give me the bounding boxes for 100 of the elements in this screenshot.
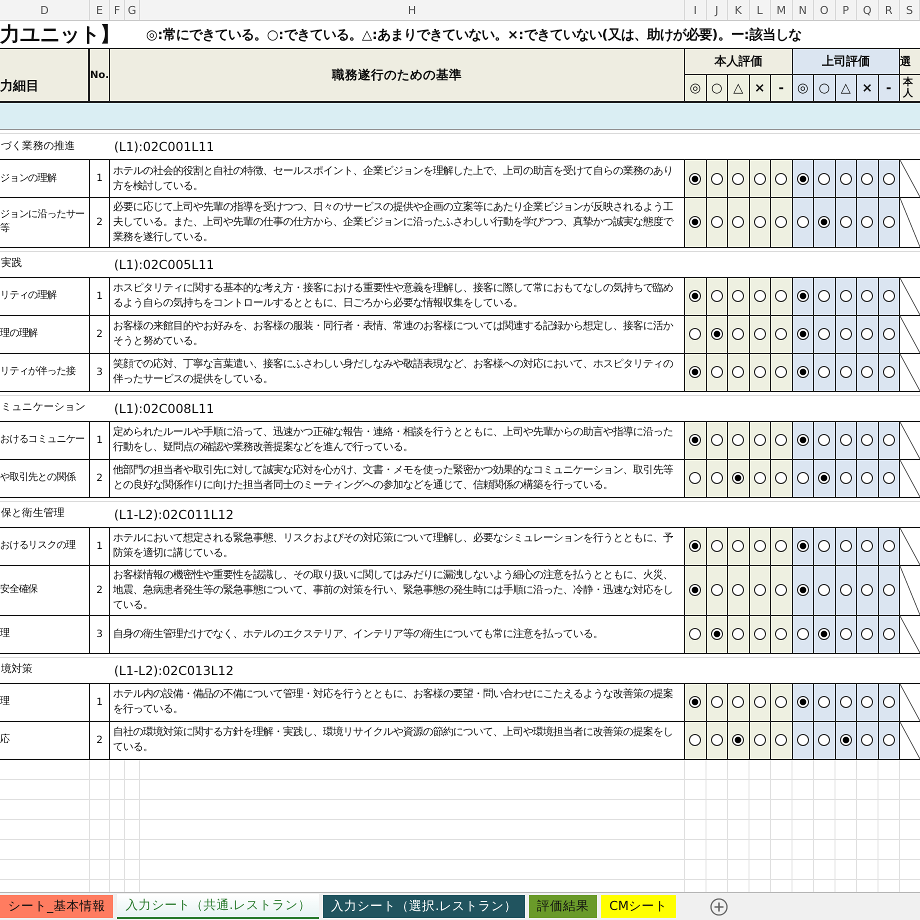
radio-button[interactable] [882, 216, 895, 228]
radio-button[interactable] [861, 540, 874, 552]
column-header[interactable]: G [125, 0, 140, 20]
radio-button[interactable] [689, 434, 702, 446]
radio-button[interactable] [861, 472, 874, 484]
radio-button[interactable] [818, 540, 830, 552]
sheet-tab[interactable]: 評価結果 [529, 895, 598, 918]
radio-button[interactable] [754, 734, 766, 746]
radio-button[interactable] [882, 472, 895, 484]
radio-button[interactable] [882, 628, 895, 640]
radio-button[interactable] [732, 734, 744, 746]
radio-button[interactable] [689, 472, 702, 484]
radio-button[interactable] [732, 584, 744, 596]
radio-button[interactable] [818, 584, 830, 596]
radio-button[interactable] [754, 628, 766, 640]
radio-button[interactable] [710, 366, 723, 378]
radio-button[interactable] [732, 216, 744, 228]
radio-button[interactable] [882, 366, 895, 378]
radio-button[interactable] [775, 584, 788, 596]
radio-button[interactable] [796, 584, 809, 596]
radio-button[interactable] [732, 696, 744, 708]
radio-button[interactable] [775, 366, 788, 378]
radio-button[interactable] [796, 216, 809, 228]
sheet-tab[interactable]: 入力シート（共通.レストラン） [117, 894, 320, 919]
radio-button[interactable] [796, 628, 809, 640]
column-header[interactable]: D [0, 0, 90, 20]
radio-button[interactable] [882, 696, 895, 708]
radio-button[interactable] [689, 628, 702, 640]
column-header[interactable]: M [771, 0, 792, 20]
column-header[interactable]: R [878, 0, 900, 20]
radio-button[interactable] [710, 696, 723, 708]
radio-button[interactable] [882, 328, 895, 340]
radio-button[interactable] [754, 328, 766, 340]
radio-button[interactable] [861, 366, 874, 378]
radio-button[interactable] [861, 328, 874, 340]
radio-button[interactable] [710, 172, 723, 184]
radio-button[interactable] [882, 584, 895, 596]
column-header[interactable]: K [728, 0, 750, 20]
radio-button[interactable] [882, 540, 895, 552]
radio-button[interactable] [796, 734, 809, 746]
radio-button[interactable] [840, 584, 852, 596]
radio-button[interactable] [710, 434, 723, 446]
radio-button[interactable] [818, 216, 830, 228]
radio-button[interactable] [732, 290, 744, 302]
radio-button[interactable] [754, 216, 766, 228]
sheet-tab[interactable]: シート_基本情報 [0, 895, 114, 918]
radio-button[interactable] [861, 696, 874, 708]
add-sheet-icon[interactable] [710, 898, 728, 916]
column-header[interactable]: Q [857, 0, 878, 20]
radio-button[interactable] [710, 734, 723, 746]
radio-button[interactable] [754, 366, 766, 378]
radio-button[interactable] [710, 584, 723, 596]
radio-button[interactable] [840, 472, 852, 484]
radio-button[interactable] [818, 328, 830, 340]
radio-button[interactable] [710, 472, 723, 484]
radio-button[interactable] [796, 290, 809, 302]
radio-button[interactable] [861, 734, 874, 746]
radio-button[interactable] [818, 366, 830, 378]
radio-button[interactable] [796, 172, 809, 184]
column-header[interactable]: O [814, 0, 836, 20]
radio-button[interactable] [689, 696, 702, 708]
radio-button[interactable] [754, 696, 766, 708]
radio-button[interactable] [818, 628, 830, 640]
radio-button[interactable] [710, 290, 723, 302]
radio-button[interactable] [754, 172, 766, 184]
radio-button[interactable] [861, 290, 874, 302]
radio-button[interactable] [818, 172, 830, 184]
radio-button[interactable] [689, 328, 702, 340]
radio-button[interactable] [689, 216, 702, 228]
radio-button[interactable] [840, 328, 852, 340]
radio-button[interactable] [861, 216, 874, 228]
radio-button[interactable] [882, 290, 895, 302]
column-header[interactable]: P [836, 0, 857, 20]
radio-button[interactable] [775, 434, 788, 446]
radio-button[interactable] [754, 584, 766, 596]
column-header[interactable]: F [110, 0, 125, 20]
radio-button[interactable] [796, 540, 809, 552]
radio-button[interactable] [840, 216, 852, 228]
column-header[interactable]: I [685, 0, 706, 20]
radio-button[interactable] [861, 628, 874, 640]
radio-button[interactable] [818, 696, 830, 708]
radio-button[interactable] [818, 434, 830, 446]
radio-button[interactable] [796, 366, 809, 378]
column-header[interactable]: H [140, 0, 685, 20]
radio-button[interactable] [861, 172, 874, 184]
radio-button[interactable] [689, 172, 702, 184]
column-header[interactable]: J [706, 0, 728, 20]
radio-button[interactable] [775, 540, 788, 552]
radio-button[interactable] [710, 540, 723, 552]
radio-button[interactable] [732, 434, 744, 446]
radio-button[interactable] [710, 216, 723, 228]
radio-button[interactable] [732, 628, 744, 640]
radio-button[interactable] [754, 472, 766, 484]
radio-button[interactable] [840, 366, 852, 378]
radio-button[interactable] [840, 540, 852, 552]
radio-button[interactable] [796, 472, 809, 484]
radio-button[interactable] [775, 734, 788, 746]
column-header[interactable]: L [750, 0, 771, 20]
radio-button[interactable] [775, 472, 788, 484]
radio-button[interactable] [689, 734, 702, 746]
